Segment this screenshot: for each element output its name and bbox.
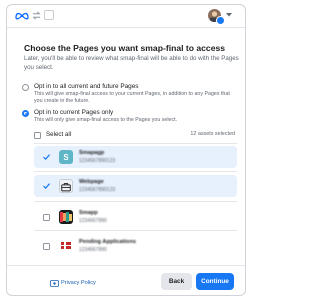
page-row[interactable]: Pending Applications 1234567890 [34, 235, 237, 257]
footer-divider [7, 265, 245, 266]
page-thumbnail [59, 239, 73, 253]
divider [34, 143, 237, 144]
chevron-down-icon[interactable] [226, 13, 232, 17]
option-label: Opt in to all current and future Pages [34, 83, 139, 90]
page-row[interactable]: Webpage 1234567890123 [34, 175, 237, 197]
back-button[interactable]: Back [161, 273, 192, 290]
privacy-policy-link[interactable]: Privacy Policy [61, 280, 96, 286]
top-bar [7, 5, 245, 28]
svg-text:S: S [63, 153, 69, 162]
select-all-row[interactable]: Select all 12 assets selected [34, 131, 237, 141]
page-name: Webpage [79, 179, 104, 185]
select-all-label: Select all [46, 131, 72, 138]
lock-icon [50, 280, 59, 287]
page-thumbnail [59, 179, 73, 193]
option-description: This will only give smap-final access to… [34, 117, 178, 123]
page-id: 1234567890123 [79, 187, 116, 193]
page-thumbnail [59, 210, 73, 224]
option-description: This will give smap-final access to your… [34, 91, 230, 104]
page-checkbox[interactable] [43, 214, 50, 221]
page-row[interactable]: Smapp 1234567890 [34, 206, 237, 228]
option-label: Opt in to current Pages only [34, 109, 114, 116]
page-name: Smapagp [79, 150, 105, 156]
facebook-badge-icon [216, 16, 225, 25]
select-all-checkbox[interactable] [34, 132, 41, 139]
red-flag-icon [60, 240, 72, 252]
sync-icon [32, 11, 41, 20]
page-id: 1234567890 [79, 218, 107, 224]
page-thumbnail: S [59, 150, 73, 164]
briefcase-icon [61, 183, 71, 192]
divider [34, 201, 237, 202]
page-id: 1234567890123 [79, 158, 116, 164]
divider [34, 171, 237, 172]
radio-all-pages[interactable] [22, 84, 29, 91]
page-id: 1234567890 [79, 247, 107, 253]
dialog-frame: Choose the Pages you want smap-final to … [6, 4, 246, 296]
page-name: Smapp [79, 210, 98, 216]
letter-s-icon: S [63, 153, 69, 162]
continue-button[interactable]: Continue [196, 273, 234, 290]
divider [34, 230, 237, 231]
meta-logo-icon [15, 12, 29, 20]
page-name: Pending Applications [79, 239, 136, 245]
app-icon [44, 10, 54, 20]
page-subtitle: Later, you'll be able to review what sma… [24, 55, 239, 71]
page-checkbox[interactable] [43, 243, 50, 250]
radio-current-pages[interactable] [22, 110, 29, 117]
page-row[interactable]: S Smapagp 1234567890123 [34, 146, 237, 168]
colorful-logo-icon [59, 210, 73, 224]
page-title: Choose the Pages you want smap-final to … [24, 43, 226, 53]
assets-count: 12 assets selected [190, 131, 235, 137]
check-icon[interactable] [43, 183, 50, 189]
check-icon[interactable] [43, 154, 50, 160]
